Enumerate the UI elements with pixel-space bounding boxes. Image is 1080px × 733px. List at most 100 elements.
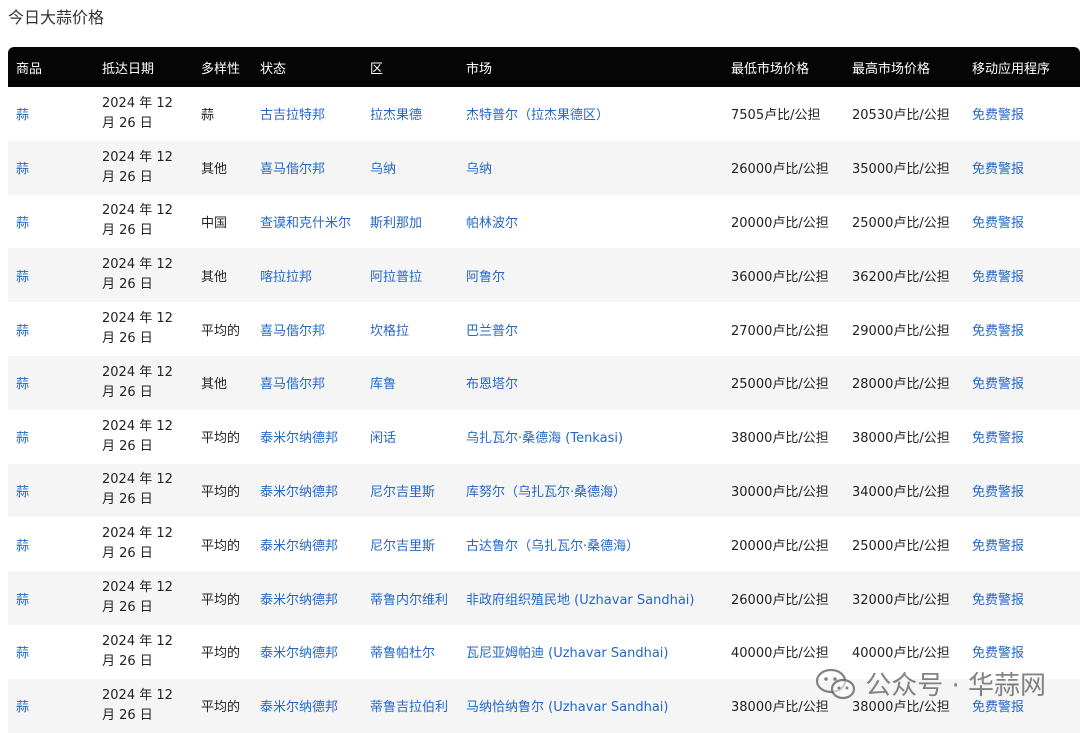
column-header-variety: 多样性 xyxy=(201,61,241,77)
district-link[interactable]: 坎格拉 xyxy=(362,302,458,356)
free-alert-link[interactable]: 免费警报 xyxy=(964,571,1080,625)
free-alert-link[interactable]: 免费警报 xyxy=(964,517,1080,571)
commodity-link[interactable]: 蒜 xyxy=(8,195,94,249)
market-link[interactable]: 非政府组织殖民地 (Uzhavar Sandhai) xyxy=(458,571,723,625)
state-link[interactable]: 泰米尔纳德邦 xyxy=(252,625,362,679)
free-alert-link[interactable]: 免费警报 xyxy=(964,464,1080,518)
commodity-link[interactable]: 蒜 xyxy=(8,517,94,571)
variety: 中国 xyxy=(201,215,228,231)
district-link[interactable]: 蒂鲁内尔维利 xyxy=(362,571,458,625)
variety: 蒜 xyxy=(201,108,215,124)
min-price: 36000卢比/公担 xyxy=(731,269,829,285)
max-price: 40000卢比/公担 xyxy=(852,646,950,662)
commodity-link[interactable]: 蒜 xyxy=(8,410,94,464)
state-link[interactable]: 泰米尔纳德邦 xyxy=(252,517,362,571)
min-price: 20000卢比/公担 xyxy=(731,215,829,231)
arrival-date: 2024 年 12 月 26 日 xyxy=(102,203,173,239)
max-price: 38000卢比/公担 xyxy=(852,700,950,716)
min-price: 38000卢比/公担 xyxy=(731,700,829,716)
arrival-date: 2024 年 12 月 26 日 xyxy=(102,687,173,723)
district-link[interactable]: 蒂鲁帕杜尔 xyxy=(362,625,458,679)
district-link[interactable]: 蒂鲁吉拉伯利 xyxy=(362,679,458,733)
free-alert-link[interactable]: 免费警报 xyxy=(964,195,1080,249)
arrival-date: 2024 年 12 月 26 日 xyxy=(102,580,173,616)
free-alert-link[interactable]: 免费警报 xyxy=(964,87,1080,141)
market-link[interactable]: 库努尔（乌扎瓦尔·桑德海） xyxy=(458,464,723,518)
arrival-date: 2024 年 12 月 26 日 xyxy=(102,257,173,293)
state-link[interactable]: 泰米尔纳德邦 xyxy=(252,410,362,464)
market-link[interactable]: 古达鲁尔（乌扎瓦尔·桑德海） xyxy=(458,517,723,571)
variety: 平均的 xyxy=(201,646,241,662)
state-link[interactable]: 喀拉拉邦 xyxy=(252,248,362,302)
district-link[interactable]: 闲话 xyxy=(362,410,458,464)
market-link[interactable]: 杰特普尔（拉杰果德区） xyxy=(458,87,723,141)
market-link[interactable]: 瓦尼亚姆帕迪 (Uzhavar Sandhai) xyxy=(458,625,723,679)
commodity-link[interactable]: 蒜 xyxy=(8,248,94,302)
table-row: 蒜 2024 年 12 月 26 日 平均的 泰米尔纳德邦 闲话 乌扎瓦尔·桑德海 (Te… xyxy=(8,410,1080,464)
market-link[interactable]: 帕林波尔 xyxy=(458,195,723,249)
district-link[interactable]: 尼尔吉里斯 xyxy=(362,517,458,571)
state-link[interactable]: 古吉拉特邦 xyxy=(252,87,362,141)
market-link[interactable]: 乌纳 xyxy=(458,141,723,195)
state-link[interactable]: 泰米尔纳德邦 xyxy=(252,571,362,625)
free-alert-link[interactable]: 免费警报 xyxy=(964,625,1080,679)
table-row: 蒜 2024 年 12 月 26 日 中国 查谟和克什米尔 斯利那加 帕林波尔 20000卢… xyxy=(8,195,1080,249)
table-row: 蒜 2024 年 12 月 26 日 平均的 喜马偕尔邦 坎格拉 巴兰普尔 27000卢比/… xyxy=(8,302,1080,356)
market-link[interactable]: 阿鲁尔 xyxy=(458,248,723,302)
arrival-date: 2024 年 12 月 26 日 xyxy=(102,311,173,347)
district-link[interactable]: 尼尔吉里斯 xyxy=(362,464,458,518)
max-price: 36200卢比/公担 xyxy=(852,269,950,285)
column-header-state: 状态 xyxy=(260,61,287,77)
state-link[interactable]: 喜马偕尔邦 xyxy=(252,356,362,410)
district-link[interactable]: 阿拉普拉 xyxy=(362,248,458,302)
commodity-link[interactable]: 蒜 xyxy=(8,302,94,356)
table-row: 蒜 2024 年 12 月 26 日 平均的 泰米尔纳德邦 蒂鲁帕杜尔 瓦尼亚姆帕迪 (U… xyxy=(8,625,1080,679)
market-link[interactable]: 布恩塔尔 xyxy=(458,356,723,410)
page-title: 今日大蒜价格 xyxy=(8,8,105,27)
min-price: 26000卢比/公担 xyxy=(731,592,829,608)
district-link[interactable]: 乌纳 xyxy=(362,141,458,195)
market-link[interactable]: 巴兰普尔 xyxy=(458,302,723,356)
commodity-link[interactable]: 蒜 xyxy=(8,464,94,518)
commodity-link[interactable]: 蒜 xyxy=(8,679,94,733)
commodity-link[interactable]: 蒜 xyxy=(8,141,94,195)
price-table: 商品 抵达日期 多样性 状态 区 市场 最低市场价格 最高市场价格 移动应用程序… xyxy=(8,47,1080,733)
free-alert-link[interactable]: 免费警报 xyxy=(964,141,1080,195)
commodity-link[interactable]: 蒜 xyxy=(8,356,94,410)
max-price: 38000卢比/公担 xyxy=(852,431,950,447)
table-header-row: 商品 抵达日期 多样性 状态 区 市场 最低市场价格 最高市场价格 移动应用程序 xyxy=(8,47,1080,87)
commodity-link[interactable]: 蒜 xyxy=(8,625,94,679)
commodity-link[interactable]: 蒜 xyxy=(8,87,94,141)
state-link[interactable]: 喜马偕尔邦 xyxy=(252,141,362,195)
market-link[interactable]: 马纳恰纳鲁尔 (Uzhavar Sandhai) xyxy=(458,679,723,733)
free-alert-link[interactable]: 免费警报 xyxy=(964,248,1080,302)
column-header-district: 区 xyxy=(370,61,384,77)
district-link[interactable]: 斯利那加 xyxy=(362,195,458,249)
state-link[interactable]: 泰米尔纳德邦 xyxy=(252,679,362,733)
district-link[interactable]: 库鲁 xyxy=(362,356,458,410)
arrival-date: 2024 年 12 月 26 日 xyxy=(102,149,173,185)
state-link[interactable]: 查谟和克什米尔 xyxy=(252,195,362,249)
min-price: 38000卢比/公担 xyxy=(731,431,829,447)
free-alert-link[interactable]: 免费警报 xyxy=(964,679,1080,733)
variety: 平均的 xyxy=(201,484,241,500)
variety: 其他 xyxy=(201,162,228,178)
variety: 其他 xyxy=(201,269,228,285)
variety: 平均的 xyxy=(201,700,241,716)
max-price: 29000卢比/公担 xyxy=(852,323,950,339)
commodity-link[interactable]: 蒜 xyxy=(8,571,94,625)
table-row: 蒜 2024 年 12 月 26 日 平均的 泰米尔纳德邦 蒂鲁内尔维利 非政府组织殖民地… xyxy=(8,571,1080,625)
free-alert-link[interactable]: 免费警报 xyxy=(964,410,1080,464)
state-link[interactable]: 喜马偕尔邦 xyxy=(252,302,362,356)
table-row: 蒜 2024 年 12 月 26 日 平均的 泰米尔纳德邦 尼尔吉里斯 库努尔（乌扎瓦尔·… xyxy=(8,463,1080,518)
max-price: 32000卢比/公担 xyxy=(852,592,950,608)
market-link[interactable]: 乌扎瓦尔·桑德海 (Tenkasi) xyxy=(458,410,723,464)
district-link[interactable]: 拉杰果德 xyxy=(362,87,458,141)
free-alert-link[interactable]: 免费警报 xyxy=(964,356,1080,410)
free-alert-link[interactable]: 免费警报 xyxy=(964,302,1080,356)
table-row: 蒜 2024 年 12 月 26 日 其他 喜马偕尔邦 库鲁 布恩塔尔 25000卢比/公担… xyxy=(8,355,1080,410)
min-price: 26000卢比/公担 xyxy=(731,162,829,178)
table-row: 蒜 2024 年 12 月 26 日 平均的 泰米尔纳德邦 尼尔吉里斯 古达鲁尔（乌扎瓦尔… xyxy=(8,517,1080,571)
state-link[interactable]: 泰米尔纳德邦 xyxy=(252,464,362,518)
variety: 平均的 xyxy=(201,323,241,339)
